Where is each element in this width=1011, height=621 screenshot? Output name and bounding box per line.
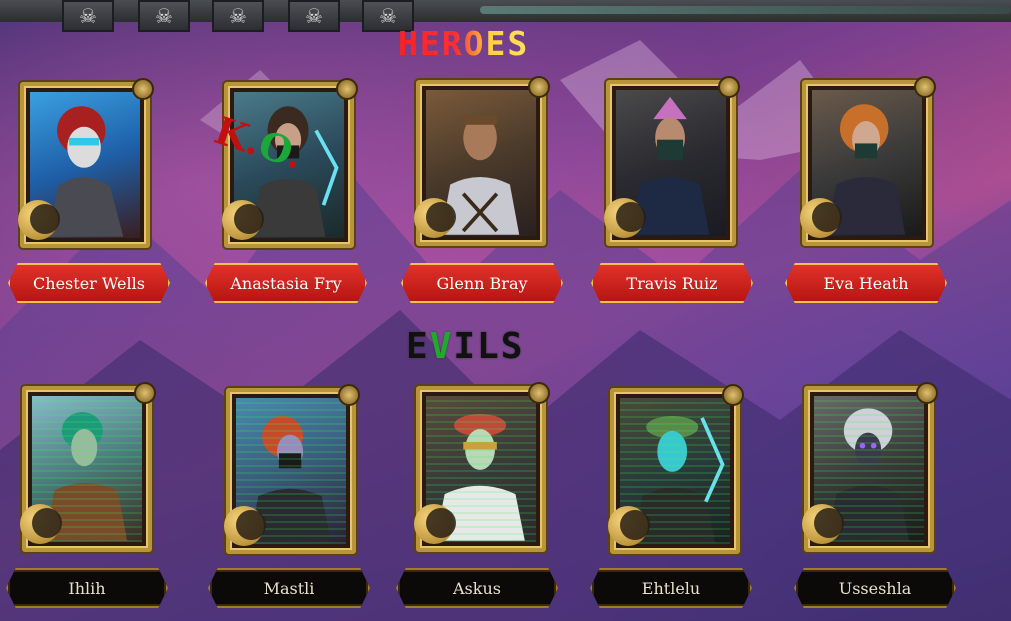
- gold-badge-icon: [722, 384, 744, 406]
- frame-spear-ornament: [480, 6, 1011, 14]
- skull-icon: ☠: [288, 0, 340, 32]
- evil-name-plate[interactable]: Ihlih: [6, 568, 168, 608]
- gold-badge-icon: [528, 76, 550, 98]
- evil-name-label: Ihlih: [68, 578, 106, 598]
- skull-icon: ☠: [138, 0, 190, 32]
- hero-card-glenn-bray[interactable]: [414, 76, 550, 246]
- crescent-moon-icon: [222, 200, 264, 240]
- evil-name-plate[interactable]: Mastli: [208, 568, 370, 608]
- crescent-moon-icon: [224, 506, 266, 546]
- gold-badge-icon: [336, 78, 358, 100]
- skull-icon: ☠: [212, 0, 264, 32]
- hero-name-label: Chester Wells: [33, 273, 145, 293]
- crescent-moon-icon: [414, 198, 456, 238]
- gold-badge-icon: [916, 382, 938, 404]
- evil-name-label: Askus: [453, 578, 501, 598]
- evil-card-mastli[interactable]: [224, 384, 360, 554]
- evils-title-rest: ILS: [453, 326, 525, 367]
- gold-badge-icon: [132, 78, 154, 100]
- hero-card-eva-heath[interactable]: [800, 76, 936, 246]
- evil-name-plate[interactable]: Usseshla: [794, 568, 956, 608]
- evil-name-plate[interactable]: Askus: [396, 568, 558, 608]
- evil-name-plate[interactable]: Ehtlelu: [590, 568, 752, 608]
- hero-card-travis-ruiz[interactable]: [604, 76, 740, 246]
- evils-title: EVILS: [406, 326, 524, 367]
- evil-card-askus[interactable]: [414, 382, 550, 552]
- gold-badge-icon: [134, 382, 156, 404]
- crescent-moon-icon: [608, 506, 650, 546]
- hero-name-plate[interactable]: Travis Ruiz: [591, 263, 753, 303]
- evils-title-v: V: [429, 326, 454, 367]
- evil-card-ihlih[interactable]: [20, 382, 156, 552]
- skull-icon: ☠: [62, 0, 114, 32]
- crescent-moon-icon: [800, 198, 842, 238]
- crescent-moon-icon: [414, 504, 456, 544]
- hero-name-plate[interactable]: Anastasia Fry: [205, 263, 367, 303]
- crescent-moon-icon: [20, 504, 62, 544]
- hero-card-chester-wells[interactable]: [18, 78, 154, 248]
- evil-name-label: Mastli: [263, 578, 315, 598]
- crescent-moon-icon: [604, 198, 646, 238]
- hero-name-label: Eva Heath: [823, 273, 909, 293]
- hero-name-label: Glenn Bray: [436, 273, 528, 293]
- hero-name-plate[interactable]: Glenn Bray: [401, 263, 563, 303]
- evil-card-usseshla[interactable]: [802, 382, 938, 552]
- evil-name-label: Ehtlelu: [641, 578, 701, 598]
- hero-name-plate[interactable]: Eva Heath: [785, 263, 947, 303]
- gold-badge-icon: [528, 382, 550, 404]
- crescent-moon-icon: [802, 504, 844, 544]
- gold-badge-icon: [914, 76, 936, 98]
- evils-title-e: E: [406, 326, 430, 367]
- hero-name-label: Travis Ruiz: [626, 273, 718, 293]
- crescent-moon-icon: [18, 200, 60, 240]
- gold-badge-icon: [338, 384, 360, 406]
- hero-name-plate[interactable]: Chester Wells: [8, 263, 170, 303]
- evil-card-ehtlelu[interactable]: [608, 384, 744, 554]
- gold-badge-icon: [718, 76, 740, 98]
- evil-name-label: Usseshla: [838, 578, 912, 598]
- heroes-title: HEROES: [398, 24, 530, 63]
- hero-name-label: Anastasia Fry: [230, 273, 342, 293]
